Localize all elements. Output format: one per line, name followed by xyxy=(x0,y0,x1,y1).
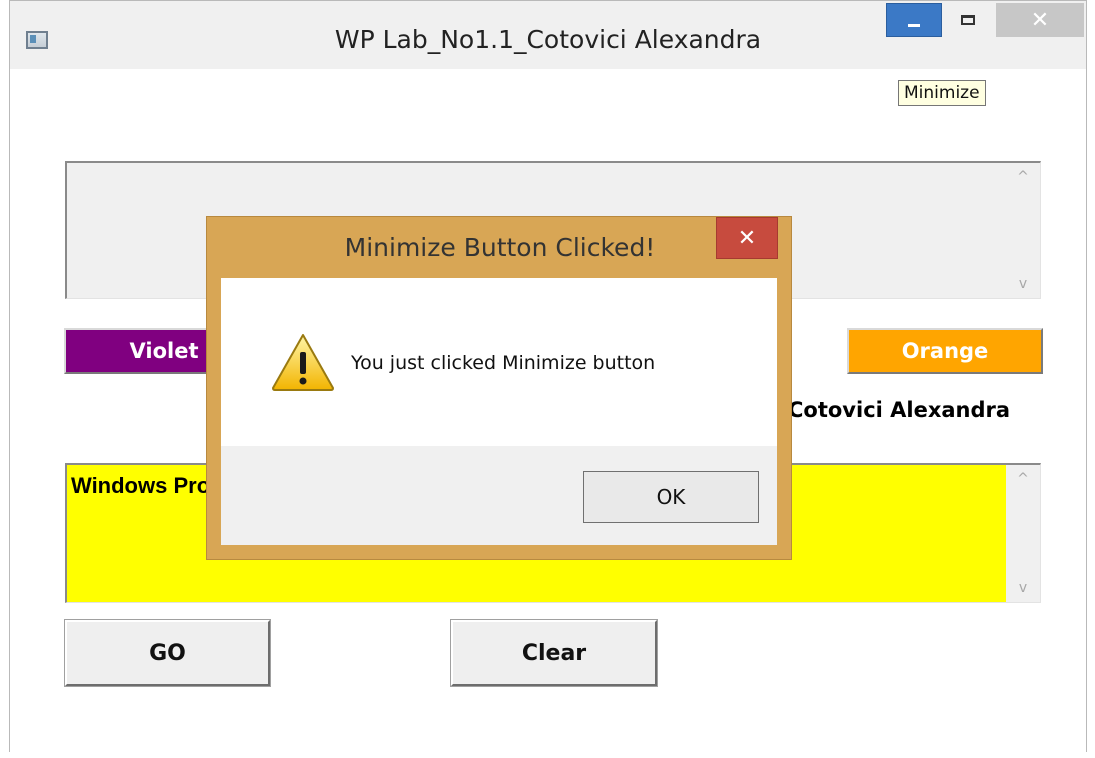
scroll-up-icon[interactable]: ^ xyxy=(1006,471,1040,487)
warning-icon xyxy=(272,334,334,391)
orange-button[interactable]: Orange xyxy=(847,328,1043,374)
author-name-label: Cotovici Alexandra xyxy=(788,398,1011,422)
minimize-icon xyxy=(908,23,920,27)
maximize-button[interactable] xyxy=(942,3,994,37)
close-icon: ✕ xyxy=(737,225,757,251)
maximize-icon xyxy=(961,15,975,25)
ok-button[interactable]: OK xyxy=(583,471,759,523)
top-text-box-scrollbar[interactable]: ^ v xyxy=(1006,163,1040,298)
message-box-dialog: Minimize Button Clicked! ✕ You just clic… xyxy=(206,216,792,560)
minimize-button[interactable] xyxy=(886,3,942,37)
close-icon: ✕ xyxy=(1030,7,1050,33)
dialog-message: You just clicked Minimize button xyxy=(351,352,656,374)
scroll-up-icon[interactable]: ^ xyxy=(1006,169,1040,185)
yellow-text-box-scrollbar[interactable]: ^ v xyxy=(1006,465,1040,602)
dialog-title: Minimize Button Clicked! xyxy=(344,233,656,262)
close-button[interactable]: ✕ xyxy=(996,3,1084,37)
minimize-tooltip: Minimize xyxy=(898,80,986,106)
screen: WP Lab_No1.1_Cotovici Alexandra ✕ ^ v Vi… xyxy=(0,0,1095,758)
go-button[interactable]: GO xyxy=(64,619,271,687)
dialog-body: You just clicked Minimize button xyxy=(221,278,777,446)
dialog-close-button[interactable]: ✕ xyxy=(716,217,778,259)
scroll-down-icon[interactable]: v xyxy=(1006,276,1040,292)
clear-button[interactable]: Clear xyxy=(450,619,658,687)
title-bar[interactable]: WP Lab_No1.1_Cotovici Alexandra ✕ xyxy=(10,1,1086,69)
scroll-down-icon[interactable]: v xyxy=(1006,580,1040,596)
dialog-footer: OK xyxy=(221,446,777,545)
